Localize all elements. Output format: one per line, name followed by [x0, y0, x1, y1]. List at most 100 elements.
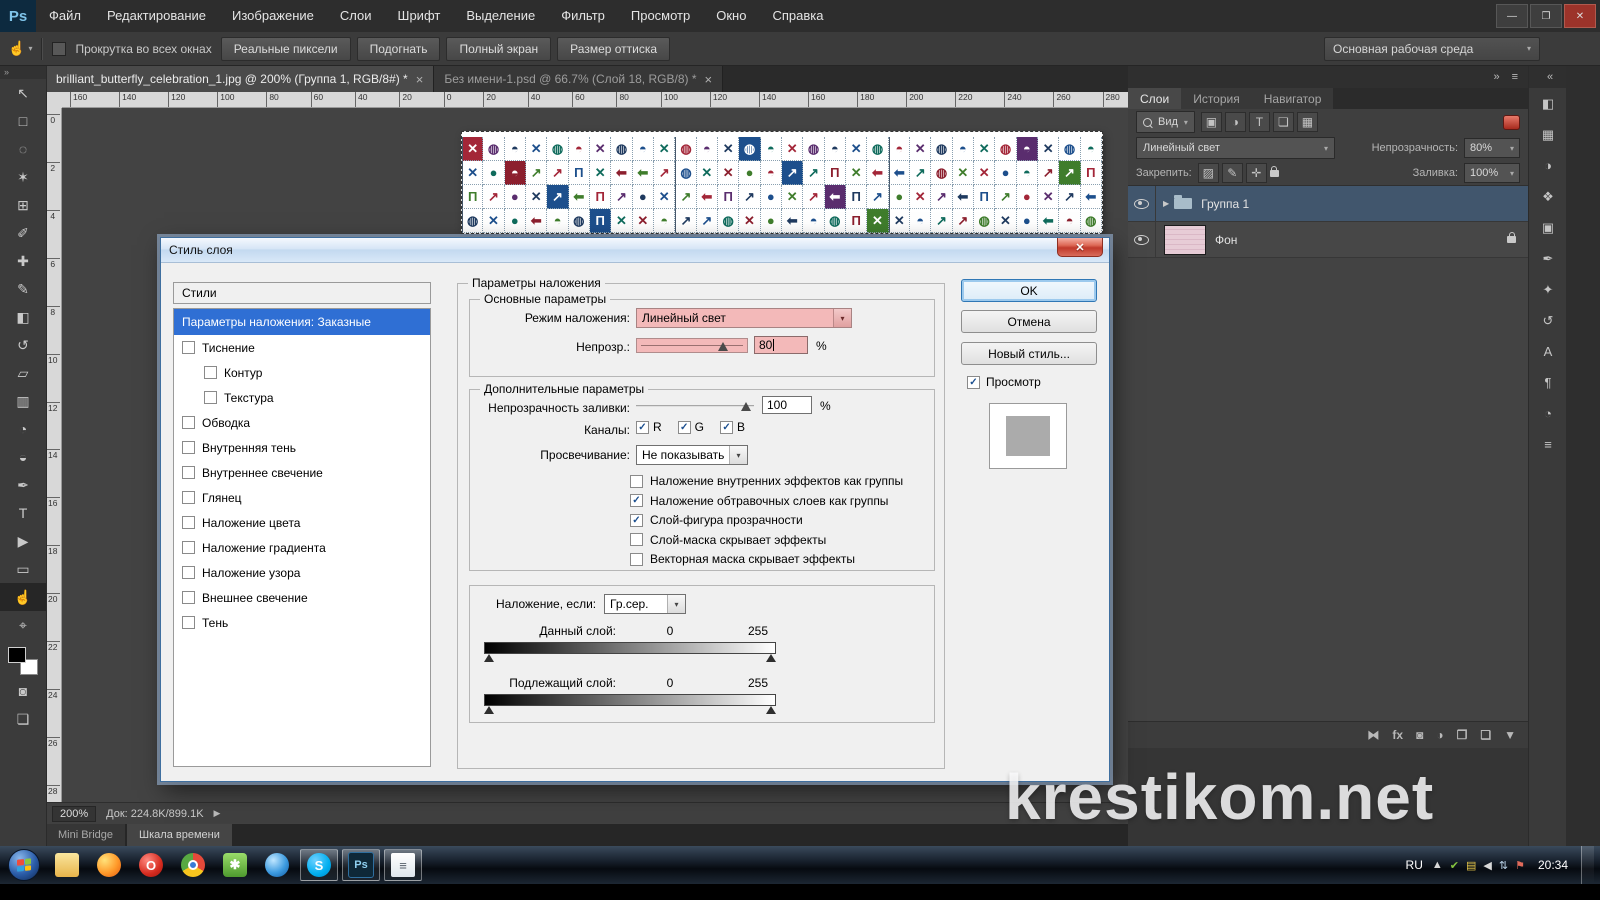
blur-tool[interactable]: ◔ — [0, 415, 46, 443]
advanced-checkbox[interactable]: ✓ — [630, 494, 643, 507]
collapse-panels-icon[interactable]: » — [1493, 71, 1499, 83]
advanced-option[interactable]: ✓Слой-фигура прозрачности — [630, 513, 903, 527]
filter-kind-select[interactable]: Вид ▾ — [1136, 111, 1195, 133]
cancel-button[interactable]: Отмена — [961, 310, 1097, 333]
link-layers-icon[interactable]: ⧓ — [1367, 728, 1379, 742]
menu-item[interactable]: Изображение — [219, 0, 327, 32]
underlying-gradient[interactable] — [484, 694, 776, 706]
taskbar-icon-opera[interactable]: O — [132, 849, 170, 881]
tab-close-icon[interactable]: × — [705, 72, 713, 87]
options-bar-button[interactable]: Полный экран — [446, 37, 551, 61]
this-layer-gradient[interactable] — [484, 642, 776, 654]
taskbar-icon-utility[interactable]: ✱ — [216, 849, 254, 881]
gradient-tool[interactable]: ▥ — [0, 387, 46, 415]
clone-stamp-tool[interactable]: ◧ — [0, 303, 46, 331]
tray-flag-icon[interactable]: ⚑ — [1515, 859, 1525, 872]
taskbar-icon-firefox[interactable] — [90, 849, 128, 881]
delete-layer-icon[interactable]: ▼ — [1504, 728, 1516, 742]
character-panel-icon[interactable]: A — [1529, 336, 1567, 367]
knockout-select[interactable]: Не показывать ▾ — [636, 445, 748, 465]
dodge-tool[interactable]: ◒ — [0, 443, 46, 471]
style-checkbox[interactable] — [182, 441, 195, 454]
style-list-item[interactable]: Контур — [174, 360, 430, 385]
new-style-button[interactable]: Новый стиль... — [961, 342, 1097, 365]
layer-thumbnail[interactable] — [1164, 225, 1206, 255]
bottom-tab[interactable]: Mini Bridge — [46, 824, 125, 846]
zoom-level-field[interactable]: 200% — [52, 806, 96, 822]
style-list-item[interactable]: Тиснение — [174, 335, 430, 360]
slider-thumb[interactable] — [741, 402, 751, 411]
swatches-panel-icon[interactable]: ▦ — [1529, 119, 1567, 150]
advanced-checkbox[interactable]: ✓ — [630, 514, 643, 527]
style-checkbox[interactable] — [182, 416, 195, 429]
menu-item[interactable]: Просмотр — [618, 0, 703, 32]
group-expander-icon[interactable]: ▶ — [1163, 199, 1169, 208]
gradient-thumb-left[interactable] — [484, 654, 494, 662]
foreground-color-swatch[interactable] — [8, 647, 26, 663]
tray-volume-icon[interactable]: ◀ — [1483, 859, 1491, 872]
style-checkbox[interactable] — [182, 566, 195, 579]
new-layer-icon[interactable]: ❏ — [1480, 728, 1491, 742]
dialog-blend-mode-select[interactable]: Линейный свет ▾ — [636, 308, 852, 328]
adjustment-layer-icon[interactable]: ◑ — [1436, 728, 1443, 742]
tab-close-icon[interactable]: × — [416, 72, 424, 87]
paragraph-panel-icon[interactable]: ¶ — [1529, 367, 1567, 398]
expand-dock-icon[interactable]: « — [1529, 66, 1567, 88]
lock-position-icon[interactable]: ✛ — [1246, 163, 1267, 183]
language-indicator[interactable]: RU — [1406, 858, 1423, 872]
panel-menu-icon[interactable]: ≡ — [1512, 71, 1518, 83]
collapse-tools-icon[interactable]: » — [0, 66, 46, 79]
taskbar-icon-skype[interactable]: S — [300, 849, 338, 881]
type-tool[interactable]: T — [0, 499, 46, 527]
menu-item[interactable]: Слои — [327, 0, 385, 32]
style-list-item[interactable]: Наложение цвета — [174, 510, 430, 535]
channel-checkbox[interactable]: ✓ — [720, 421, 733, 434]
advanced-checkbox[interactable] — [630, 553, 643, 566]
opacity-slider[interactable] — [636, 338, 748, 353]
layer-group-icon[interactable]: ❐ — [1457, 728, 1468, 742]
minimize-button[interactable]: — — [1496, 4, 1528, 28]
taskbar-icon-photoshop[interactable]: Ps — [342, 849, 380, 881]
healing-brush-tool[interactable]: ✚ — [0, 247, 46, 275]
document-image[interactable]: ✕◍◓✕◍◓✕◍◓✕◍◓✕◍◓✕◍◓✕◍◓✕◍◓✕◍◓✕◍◓✕●◓↗↗Π✕⬅⬅↗… — [462, 132, 1102, 233]
quick-mask-button[interactable]: ◙ — [0, 677, 46, 705]
taskbar-icon-explorer[interactable] — [48, 849, 86, 881]
opacity-input[interactable]: 80 — [754, 336, 808, 354]
taskbar-icon-notes[interactable]: ≡ — [384, 849, 422, 881]
properties-panel-icon[interactable]: ≡ — [1529, 429, 1567, 460]
close-window-button[interactable]: ✕ — [1564, 4, 1596, 28]
dialog-close-button[interactable]: ✕ — [1057, 238, 1103, 257]
style-list-item[interactable]: Внутреннее свечение — [174, 460, 430, 485]
tray-notes-icon[interactable]: ▤ — [1466, 859, 1476, 872]
tray-antivirus-icon[interactable]: ✔ — [1450, 859, 1459, 872]
menu-item[interactable]: Выделение — [453, 0, 548, 32]
layer-fill-field[interactable]: 100% ▾ — [1464, 163, 1520, 183]
eyedropper-tool[interactable]: ✐ — [0, 219, 46, 247]
status-arrow-icon[interactable]: ▶ — [214, 808, 221, 819]
options-bar-button[interactable]: Реальные пиксели — [221, 37, 351, 61]
history-brush-tool[interactable]: ↺ — [0, 331, 46, 359]
marquee-tool[interactable]: □ — [0, 107, 46, 135]
advanced-option[interactable]: Слой-маска скрывает эффекты — [630, 533, 903, 547]
style-checkbox[interactable] — [182, 616, 195, 629]
ok-button[interactable]: OK — [961, 279, 1097, 302]
layer-row-group[interactable]: ▶ Группа 1 — [1128, 186, 1528, 222]
filter-smart-icon[interactable]: ▦ — [1297, 112, 1318, 132]
layer-row-background[interactable]: Фон — [1128, 222, 1528, 258]
style-checkbox[interactable] — [182, 491, 195, 504]
channels-panel-icon[interactable]: ▣ — [1529, 212, 1567, 243]
taskbar-icon-browser[interactable] — [258, 849, 296, 881]
bottom-tab[interactable]: Шкала времени — [127, 824, 232, 846]
fill-opacity-slider[interactable] — [636, 399, 754, 414]
advanced-checkbox[interactable] — [630, 475, 643, 488]
fill-opacity-input[interactable]: 100 — [762, 396, 812, 414]
layer-opacity-field[interactable]: 80% ▾ — [1464, 138, 1520, 158]
shape-tool[interactable]: ▭ — [0, 555, 46, 583]
style-checkbox[interactable] — [204, 391, 217, 404]
advanced-checkbox[interactable] — [630, 533, 643, 546]
style-list-item[interactable]: Текстура — [174, 385, 430, 410]
advanced-option[interactable]: Векторная маска скрывает эффекты — [630, 552, 903, 566]
vertical-ruler[interactable]: 0246810121416182022242628 — [46, 108, 62, 802]
tray-show-hidden-icon[interactable]: ▲ — [1432, 859, 1443, 871]
style-list-item-selected[interactable]: Параметры наложения: Заказные — [174, 309, 430, 335]
